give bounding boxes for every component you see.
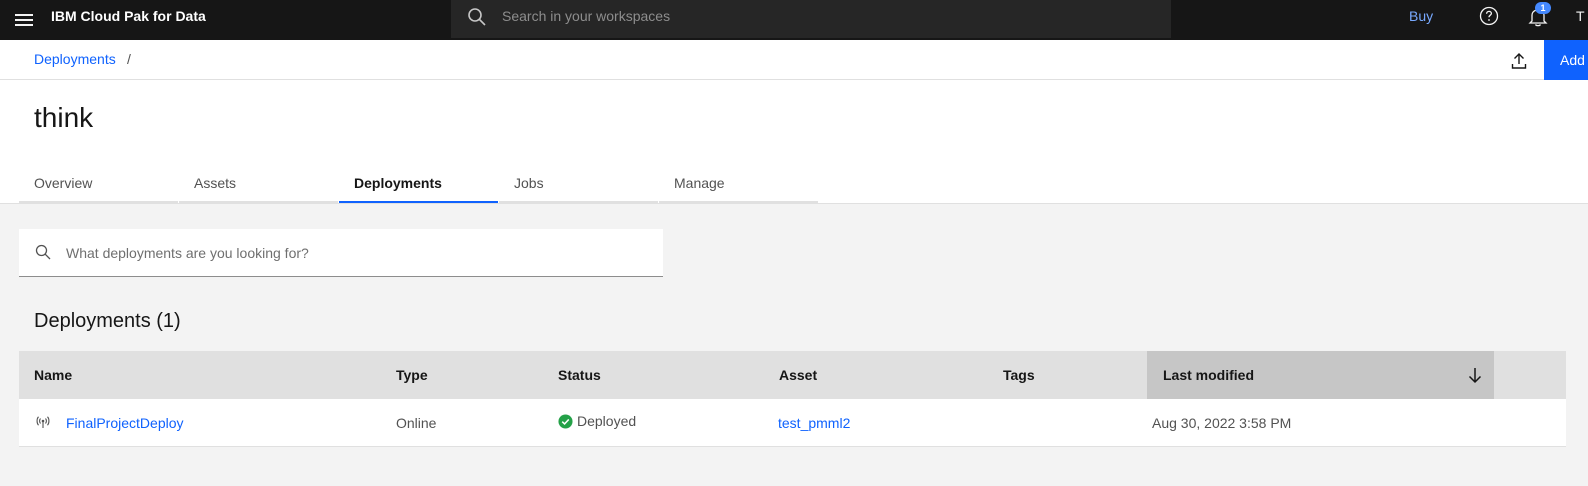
user-avatar[interactable]: T [1576,0,1585,32]
column-header-status[interactable]: Status [558,351,601,399]
column-header-asset[interactable]: Asset [779,351,817,399]
deployments-table: Name Type Status Asset Tags Last modifie… [19,351,1566,447]
tab-overview[interactable]: Overview [19,170,178,203]
table-row[interactable]: FinalProjectDeploy Online Deployed test_… [19,399,1566,447]
deployment-name-link[interactable]: FinalProjectDeploy [66,399,184,447]
table-header: Name Type Status Asset Tags Last modifie… [19,351,1566,399]
notification-badge: 1 [1535,2,1551,14]
breadcrumb-bar: Deployments / [0,40,1588,80]
product-name[interactable]: IBM Cloud Pak for Data [51,0,206,40]
buy-link[interactable]: Buy [1409,0,1433,32]
project-tabs: Overview Assets Deployments Jobs Manage [19,170,819,204]
checkmark-success-icon [558,414,573,429]
deployment-last-modified: Aug 30, 2022 3:58 PM [1152,415,1292,431]
column-header-last-modified[interactable]: Last modified [1163,351,1254,399]
deployment-status: Deployed [577,413,637,429]
column-header-name[interactable]: Name [34,351,72,399]
deployment-search-input[interactable] [66,238,646,268]
breadcrumb-deployments-link[interactable]: Deployments [34,51,116,67]
search-icon [35,244,51,260]
online-deployment-icon [36,416,50,428]
top-navigation-bar: IBM Cloud Pak for Data Buy 1 T [0,0,1588,40]
deployment-asset-link[interactable]: test_pmml2 [778,399,850,447]
arrow-down-icon[interactable] [1467,366,1483,384]
upload-icon[interactable] [1511,52,1527,70]
deployment-search[interactable] [19,229,663,277]
column-header-tags[interactable]: Tags [1003,351,1035,399]
page-title: think [34,102,94,133]
project-header: think Overview Assets Deployments Jobs M… [0,80,1588,204]
tab-assets[interactable]: Assets [179,170,338,203]
breadcrumb-separator: / [127,51,131,67]
deployment-type: Online [396,415,437,431]
tab-manage[interactable]: Manage [659,170,818,203]
search-icon [468,8,486,26]
global-search-input[interactable] [502,0,1152,32]
column-header-type[interactable]: Type [396,351,428,399]
deployments-section-title: Deployments (1) [34,310,181,332]
add-button[interactable]: Add [1544,40,1588,80]
menu-icon[interactable] [8,4,40,36]
tab-deployments[interactable]: Deployments [339,170,498,203]
tab-jobs[interactable]: Jobs [499,170,658,203]
help-icon[interactable] [1479,6,1499,26]
global-search[interactable] [451,0,1171,38]
